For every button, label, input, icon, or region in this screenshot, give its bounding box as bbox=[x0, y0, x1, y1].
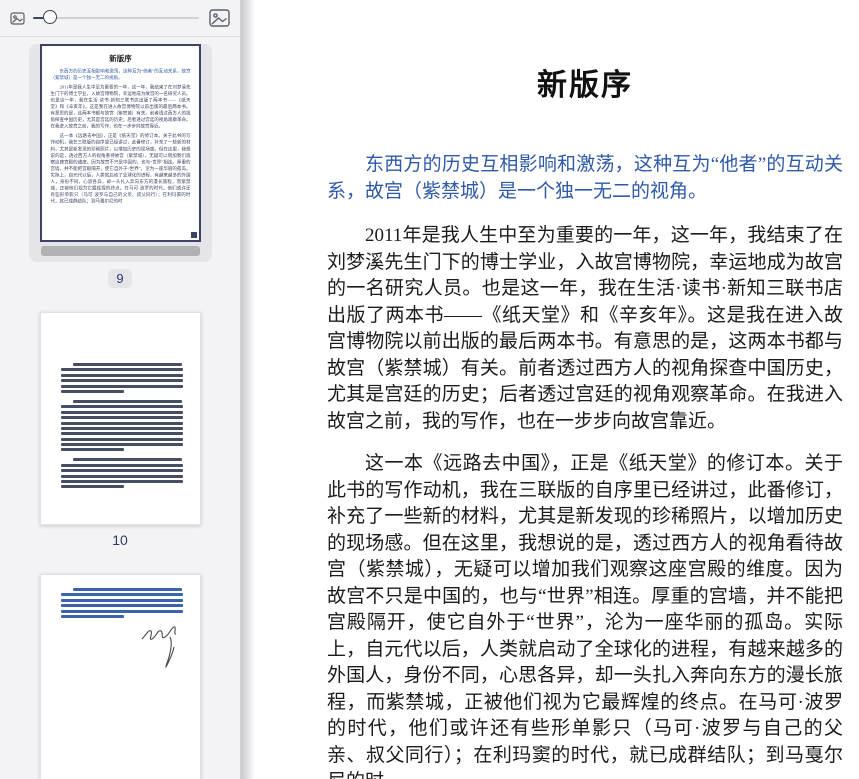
thumbnail-toolbar bbox=[0, 0, 240, 37]
thumbnail-page-10-textlines bbox=[41, 313, 200, 489]
signature-icon bbox=[141, 626, 176, 668]
mini-page-title: 新版序 bbox=[108, 55, 132, 63]
thumbnail-bottom-bar bbox=[40, 246, 200, 256]
thumbnail-size-slider[interactable] bbox=[33, 10, 199, 26]
thumbnail-sidebar: 新版序 东西方的历史互相影响和激荡，这种互为“他者”的互动关系，故宫（紫禁城）是… bbox=[0, 0, 241, 779]
body-paragraph: 2011年是我人生中至为重要的一年，这一年，我结束了在刘梦溪先生门下的博士学业，… bbox=[327, 225, 843, 432]
thumbnail-page-9-preview: 新版序 东西方的历史互相影响和激荡，这种互为“他者”的互动关系，故宫（紫禁城）是… bbox=[39, 44, 201, 242]
reader-window: 新版序 东西方的历史互相影响和激荡，这种互为“他者”的互动关系，故宫（紫禁城）是… bbox=[0, 0, 859, 779]
page-number-label: 10 bbox=[112, 532, 128, 548]
slider-track[interactable] bbox=[33, 17, 199, 19]
thumbnail-page-10[interactable] bbox=[39, 312, 201, 525]
thumbnail-page-11[interactable] bbox=[39, 574, 201, 779]
slider-handle[interactable] bbox=[43, 10, 57, 24]
page-title: 新版序 bbox=[537, 69, 633, 102]
thumbnail-page-11-textlines bbox=[41, 575, 200, 618]
epigraph-text: 东西方的历史互相影响和激荡，这种互为“他者”的互动关系，故宫（紫禁城）是一个独一… bbox=[327, 154, 843, 202]
thumbnail-page-9-content: 新版序 东西方的历史互相影响和激荡，这种互为“他者”的互动关系，故宫（紫禁城）是… bbox=[42, 46, 199, 240]
body-paragraph: 这一本《远路去中国》，正是《纸天堂》的修订本。关于此书的写作动机，我在三联版的自… bbox=[327, 453, 843, 779]
document-page: 新版序 东西方的历史互相影响和激荡，这种互为“他者”的互动关系，故宫（紫禁城）是… bbox=[241, 0, 859, 779]
thumbnail-list: 新版序 东西方的历史互相影响和激荡，这种互为“他者”的互动关系，故宫（紫禁城）是… bbox=[0, 37, 240, 779]
thumbnail-size-small-icon[interactable] bbox=[10, 11, 25, 25]
mini-epigraph: 东西方的历史互相影响和激荡，这种互为“他者”的互动关系，故宫（紫禁城）是一个独一… bbox=[50, 68, 190, 81]
mini-paragraph: 这一本《远路去中国》，正是《纸天堂》的修订本。关于此书的写作动机，我在三联版的自… bbox=[50, 133, 190, 204]
thumbnail-page-9[interactable]: 新版序 东西方的历史互相影响和激荡，这种互为“他者”的互动关系，故宫（紫禁城）是… bbox=[28, 44, 212, 262]
page-number-badge: 9 bbox=[108, 269, 132, 288]
mini-paragraph: 2011年是我人生中至为重要的一年，这一年，我结束了在刘梦溪先生门下的博士学业，… bbox=[50, 84, 190, 129]
thumbnail-size-large-icon[interactable] bbox=[209, 9, 230, 27]
document-view[interactable]: 新版序 东西方的历史互相影响和激荡，这种互为“他者”的互动关系，故宫（紫禁城）是… bbox=[241, 0, 859, 779]
page-corner-marker bbox=[190, 232, 197, 238]
